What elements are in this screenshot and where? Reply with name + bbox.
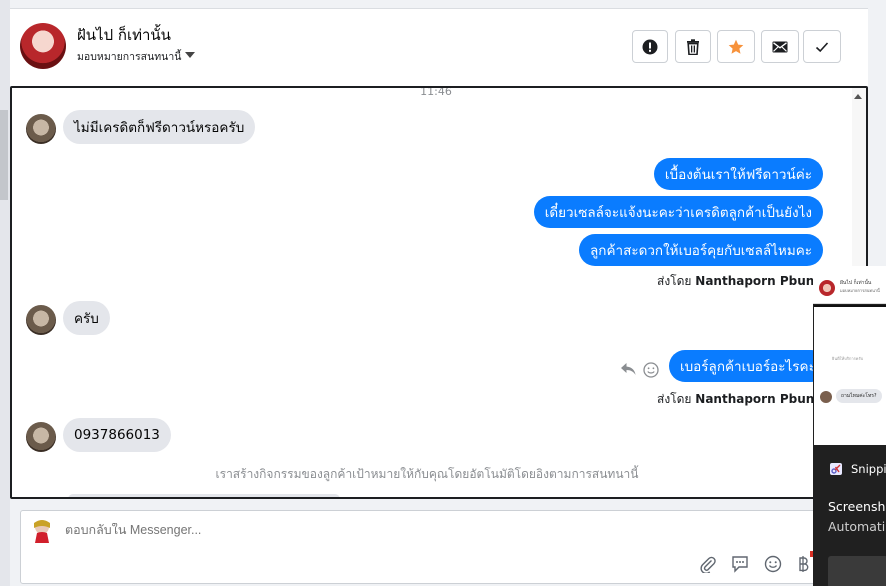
sent-by-name: Nanthaporn Pbunny	[695, 392, 831, 406]
contact-name[interactable]: ฝันไป ก็เท่านั้น	[77, 23, 171, 47]
thumbnail-subtitle: มอบหมายการสนทนานี้	[840, 288, 880, 293]
notification-subtitle: Automati	[828, 519, 886, 534]
snipping-tool-icon	[830, 463, 842, 475]
mark-unread-button[interactable]	[761, 30, 799, 63]
customer-avatar	[26, 114, 56, 144]
thumbnail-customer-avatar	[820, 391, 832, 403]
outgoing-message: เบอร์ลูกค้าเบอร์อะไรคะ	[669, 350, 827, 382]
reply-icon[interactable]	[620, 362, 637, 376]
assign-conversation-label[interactable]: มอบหมายการสนทนานี้	[77, 48, 181, 65]
alert-icon	[642, 39, 658, 54]
envelope-icon	[772, 41, 788, 52]
incoming-message: 0937866013	[63, 418, 171, 452]
conversation-panel[interactable]: 11:46 ไม่มีเครดิตก็ฟรีดาวน์หรอครับ เบื้อ…	[10, 86, 868, 499]
message-input[interactable]	[65, 523, 565, 537]
star-icon	[728, 39, 744, 54]
screenshot-thumbnail[interactable]: ยินดีให้บริการครับ ถามไหมค่ะโทร?	[814, 305, 886, 445]
done-button[interactable]	[803, 30, 841, 63]
spam-button[interactable]	[632, 30, 668, 63]
customer-avatar	[26, 305, 56, 335]
reply-composer[interactable]	[20, 510, 820, 584]
star-button[interactable]	[717, 30, 755, 63]
incoming-message: ไม่มีเครดิตก็ฟรีดาวน์หรอครับ	[63, 110, 256, 144]
system-message: เราสร้างกิจกรรมของลูกค้าเป้าหมายให้กับคุ…	[215, 467, 639, 481]
left-panel-edge	[0, 0, 10, 586]
screenshot-notification[interactable]: ฝันไป ก็เท่านั้น มอบหมายการสนทนานี้ ยินด…	[813, 266, 886, 586]
trash-icon	[687, 38, 699, 55]
thumbnail-header: ฝันไป ก็เท่านั้น มอบหมายการสนทนานี้	[813, 266, 886, 304]
outgoing-message: ลูกค้าสะดวกให้เบอร์คุยกับเซลล์ไหมคะ	[579, 234, 823, 266]
scroll-up-arrow-icon[interactable]	[854, 94, 862, 99]
check-icon	[815, 41, 829, 52]
sent-by-prefix: ส่งโดย	[657, 274, 692, 288]
message-timestamp: 11:46	[420, 86, 452, 98]
conversation-header: ฝันไป ก็เท่านั้น มอบหมายการสนทนานี้	[10, 8, 868, 86]
saved-reply-icon[interactable]	[731, 555, 749, 573]
thumbnail-avatar	[819, 280, 835, 296]
notification-action-button[interactable]	[828, 556, 886, 586]
notification-title: Screensho	[828, 499, 886, 514]
thumbnail-name: ฝันไป ก็เท่านั้น	[840, 280, 872, 286]
emoji-icon[interactable]	[764, 555, 782, 573]
outgoing-message: เดี๋ยวเซลล์จะแจ้งนะคะว่าเครดิตลูกค้าเป็น…	[533, 196, 823, 228]
thumbnail-text: ยินดีให้บริการครับ	[832, 356, 864, 361]
paperclip-icon[interactable]	[699, 555, 717, 573]
contact-avatar[interactable]	[20, 23, 66, 69]
left-panel-scrollbar[interactable]	[0, 110, 8, 200]
incoming-message: ครับ	[63, 301, 110, 335]
sent-by-prefix: ส่งโดย	[657, 392, 692, 406]
thumbnail-bubble: ถามไหมค่ะโทร?	[836, 389, 882, 403]
baht-icon[interactable]	[797, 555, 809, 573]
sent-by-name: Nanthaporn Pbunny	[695, 274, 831, 288]
smiley-icon[interactable]	[643, 362, 659, 378]
sent-by-label: ส่งโดย Nanthaporn Pbunny	[657, 390, 831, 409]
customer-avatar	[26, 422, 56, 452]
page-avatar	[34, 520, 50, 543]
partial-message-bubble	[68, 494, 340, 497]
chevron-down-icon[interactable]	[185, 52, 195, 58]
sent-by-label: ส่งโดย Nanthaporn Pbunny	[657, 272, 831, 291]
outgoing-message: เบื้องต้นเราให้ฟรีดาวน์ค่ะ	[653, 158, 823, 190]
notification-app-name: Snippi	[851, 462, 886, 476]
delete-button[interactable]	[675, 30, 711, 63]
